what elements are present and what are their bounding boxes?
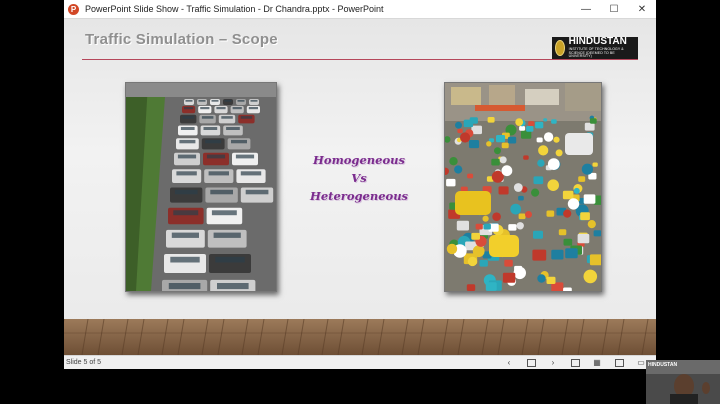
heterogeneous-label: Heterogeneous (309, 189, 409, 203)
slide-indicator: Slide 5 of 5 (66, 359, 102, 366)
title-divider (82, 59, 638, 60)
institute-seal-icon (555, 40, 565, 56)
homogeneous-label: Homogeneous (313, 153, 405, 167)
window-controls: — ☐ ✕ (572, 0, 656, 18)
comparison-text: Homogeneous Vs Heterogeneous (304, 151, 414, 205)
window-title: PowerPoint Slide Show - Traffic Simulati… (85, 4, 384, 14)
next-icon[interactable]: › (542, 356, 564, 369)
close-button[interactable]: ✕ (628, 0, 656, 18)
logo-subtitle: INSTITUTE OF TECHNOLOGY & SCIENCE (DEEME… (568, 47, 624, 59)
prev-icon[interactable]: ‹ (498, 356, 520, 369)
homogeneous-traffic-photo (125, 82, 277, 292)
minimize-button[interactable]: — (572, 0, 600, 18)
maximize-button[interactable]: ☐ (600, 0, 628, 18)
presenter-webcam: HINDUSTAN (646, 360, 720, 404)
notes-icon[interactable] (520, 356, 542, 369)
vs-label: Vs (351, 171, 367, 185)
slide-title: Traffic Simulation – Scope (85, 31, 278, 48)
slide-canvas[interactable]: Traffic Simulation – Scope HINDUSTAN INS… (64, 19, 656, 355)
window-titlebar: P PowerPoint Slide Show - Traffic Simula… (64, 0, 656, 19)
status-bar: Slide 5 of 5 ‹ › ▦ ▭ (64, 355, 656, 369)
hindustan-logo: HINDUSTAN INSTITUTE OF TECHNOLOGY & SCIE… (552, 37, 638, 59)
normal-view-icon[interactable] (564, 356, 586, 369)
slide-sorter-icon[interactable]: ▦ (586, 356, 608, 369)
heterogeneous-traffic-photo (444, 82, 602, 292)
logo-name: HINDUSTAN (568, 36, 627, 48)
wooden-floor-background (64, 319, 656, 355)
powerpoint-icon: P (68, 3, 79, 15)
webcam-logo: HINDUSTAN (648, 362, 678, 368)
reading-view-icon[interactable] (608, 356, 630, 369)
